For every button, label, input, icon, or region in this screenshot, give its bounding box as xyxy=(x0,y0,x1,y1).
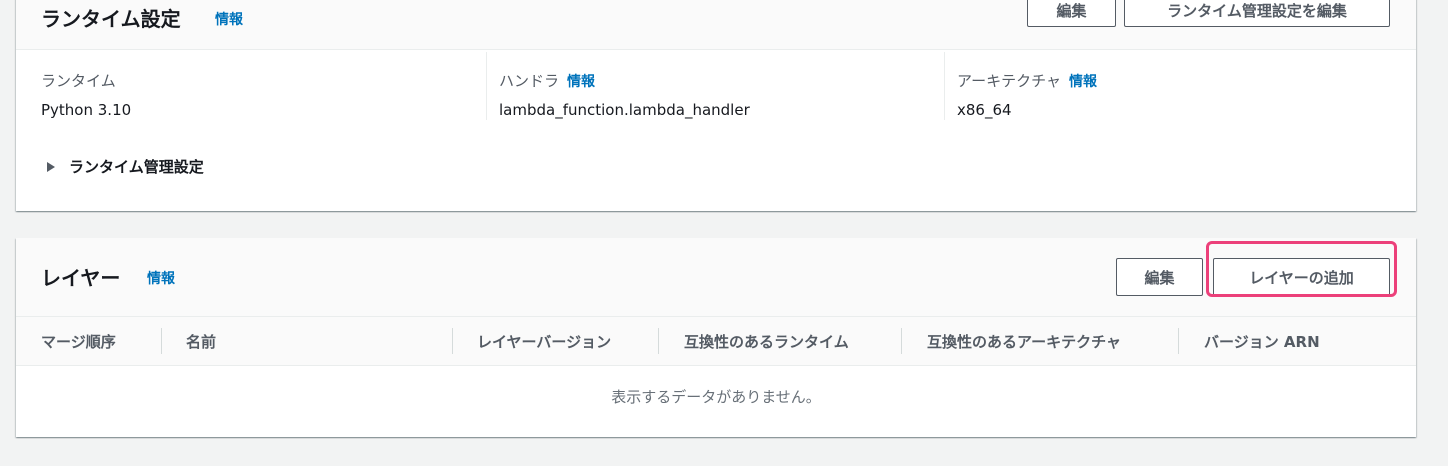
column-separator[interactable] xyxy=(452,328,453,354)
column-separator[interactable] xyxy=(161,328,162,354)
edit-runtime-management-button[interactable]: ランタイム管理設定を編集 xyxy=(1124,0,1390,27)
column-divider xyxy=(944,52,945,120)
column-header-version-arn[interactable]: バージョン ARN xyxy=(1204,331,1320,352)
layers-info-link[interactable]: 情報 xyxy=(147,268,175,288)
add-layer-button[interactable]: レイヤーの追加 xyxy=(1213,258,1390,296)
architecture-label: アーキテクチャ 情報 xyxy=(957,72,1097,90)
runtime-value: Python 3.10 xyxy=(41,101,132,119)
runtime-settings-panel: ランタイム設定 情報 編集 ランタイム管理設定を編集 ランタイム Python … xyxy=(16,0,1416,211)
runtime-edit-button[interactable]: 編集 xyxy=(1027,0,1116,27)
layers-table-header: マージ順序 名前 レイヤーバージョン 互換性のあるランタイム 互換性のあるアーキ… xyxy=(16,317,1416,366)
column-header-compatible-runtimes[interactable]: 互換性のあるランタイム xyxy=(684,331,849,352)
column-separator[interactable] xyxy=(658,328,659,354)
layers-panel: レイヤー 情報 編集 レイヤーの追加 マージ順序 名前 レイヤーバージョン 互換… xyxy=(16,238,1416,437)
runtime-management-expander[interactable]: ランタイム管理設定 xyxy=(47,156,204,177)
handler-label: ハンドラ 情報 xyxy=(499,72,596,90)
runtime-label: ランタイム xyxy=(41,72,116,90)
runtime-settings-header: ランタイム設定 情報 編集 ランタイム管理設定を編集 xyxy=(16,0,1416,50)
layers-edit-button[interactable]: 編集 xyxy=(1116,258,1203,296)
handler-value: lambda_function.lambda_handler xyxy=(499,101,750,119)
column-divider xyxy=(486,52,487,120)
architecture-value: x86_64 xyxy=(957,101,1012,119)
runtime-settings-info-link[interactable]: 情報 xyxy=(215,9,243,29)
runtime-settings-title: ランタイム設定 xyxy=(41,7,181,31)
runtime-management-expander-label: ランタイム管理設定 xyxy=(69,158,204,176)
column-header-layer-version[interactable]: レイヤーバージョン xyxy=(477,331,611,352)
column-header-merge-order[interactable]: マージ順序 xyxy=(41,331,116,352)
column-separator[interactable] xyxy=(1178,328,1179,354)
column-header-name[interactable]: 名前 xyxy=(186,331,216,352)
layers-header: レイヤー 情報 編集 レイヤーの追加 xyxy=(16,238,1416,317)
handler-info-link[interactable]: 情報 xyxy=(567,74,595,90)
layers-title: レイヤー xyxy=(41,266,121,290)
column-header-compatible-architectures[interactable]: 互換性のあるアーキテクチャ xyxy=(927,331,1121,352)
column-separator[interactable] xyxy=(901,328,902,354)
architecture-info-link[interactable]: 情報 xyxy=(1069,74,1097,90)
caret-right-icon xyxy=(47,161,55,172)
layers-table-empty-message: 表示するデータがありません。 xyxy=(611,388,821,406)
